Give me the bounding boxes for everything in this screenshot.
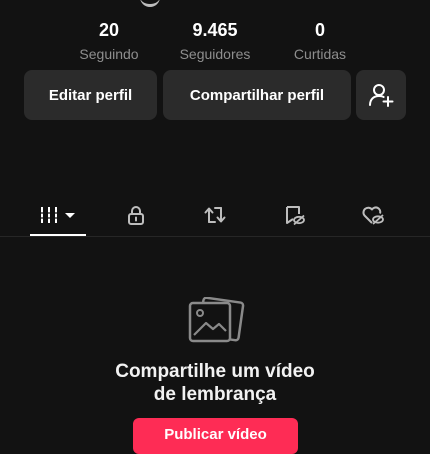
photos-icon [186, 296, 246, 345]
profile-stats: 20 Seguindo 9.465 Seguidores 0 Curtidas [0, 18, 430, 68]
share-profile-button[interactable]: Compartilhar perfil [163, 70, 351, 120]
tab-reposts[interactable] [193, 196, 237, 234]
lock-icon [128, 206, 144, 225]
stat-likes-label: Curtidas [293, 46, 347, 62]
stat-likes[interactable]: 0 Curtidas [265, 18, 375, 64]
stat-followers-value: 9.465 [192, 20, 238, 40]
empty-state-title-line1: Compartilhe um vídeo [115, 361, 315, 382]
tab-videos[interactable] [30, 196, 86, 234]
edit-profile-button[interactable]: Editar perfil [24, 70, 157, 120]
tab-saved[interactable] [272, 196, 316, 234]
empty-state-title-line2: de lembrança [153, 384, 277, 405]
chevron-down-icon [65, 213, 75, 218]
publish-video-button[interactable]: Publicar vídeo [133, 418, 298, 454]
empty-state-title: Compartilhe um vídeo de lembrança [0, 360, 430, 406]
heart-hidden-icon [362, 206, 384, 225]
publish-video-label: Publicar vídeo [164, 426, 267, 443]
stat-following[interactable]: 20 Seguindo [54, 18, 164, 64]
stat-following-label: Seguindo [79, 46, 139, 62]
tab-liked[interactable] [351, 196, 395, 234]
tab-private[interactable] [114, 196, 158, 234]
stat-likes-value: 0 [314, 20, 325, 40]
add-friends-button[interactable] [356, 70, 406, 120]
stat-following-value: 20 [98, 20, 120, 40]
share-profile-label: Compartilhar perfil [189, 86, 325, 104]
edit-profile-label: Editar perfil [48, 86, 133, 104]
bookmark-hidden-icon [286, 206, 305, 226]
profile-tabs [0, 196, 430, 236]
stat-followers[interactable]: 9.465 Seguidores [160, 18, 270, 64]
add-user-icon [369, 84, 394, 107]
stat-followers-label: Seguidores [179, 46, 251, 62]
repost-icon [204, 207, 226, 223]
tabs-divider [0, 236, 430, 237]
videos-grid-icon [39, 207, 75, 223]
profile-header-remnant [140, 0, 160, 7]
